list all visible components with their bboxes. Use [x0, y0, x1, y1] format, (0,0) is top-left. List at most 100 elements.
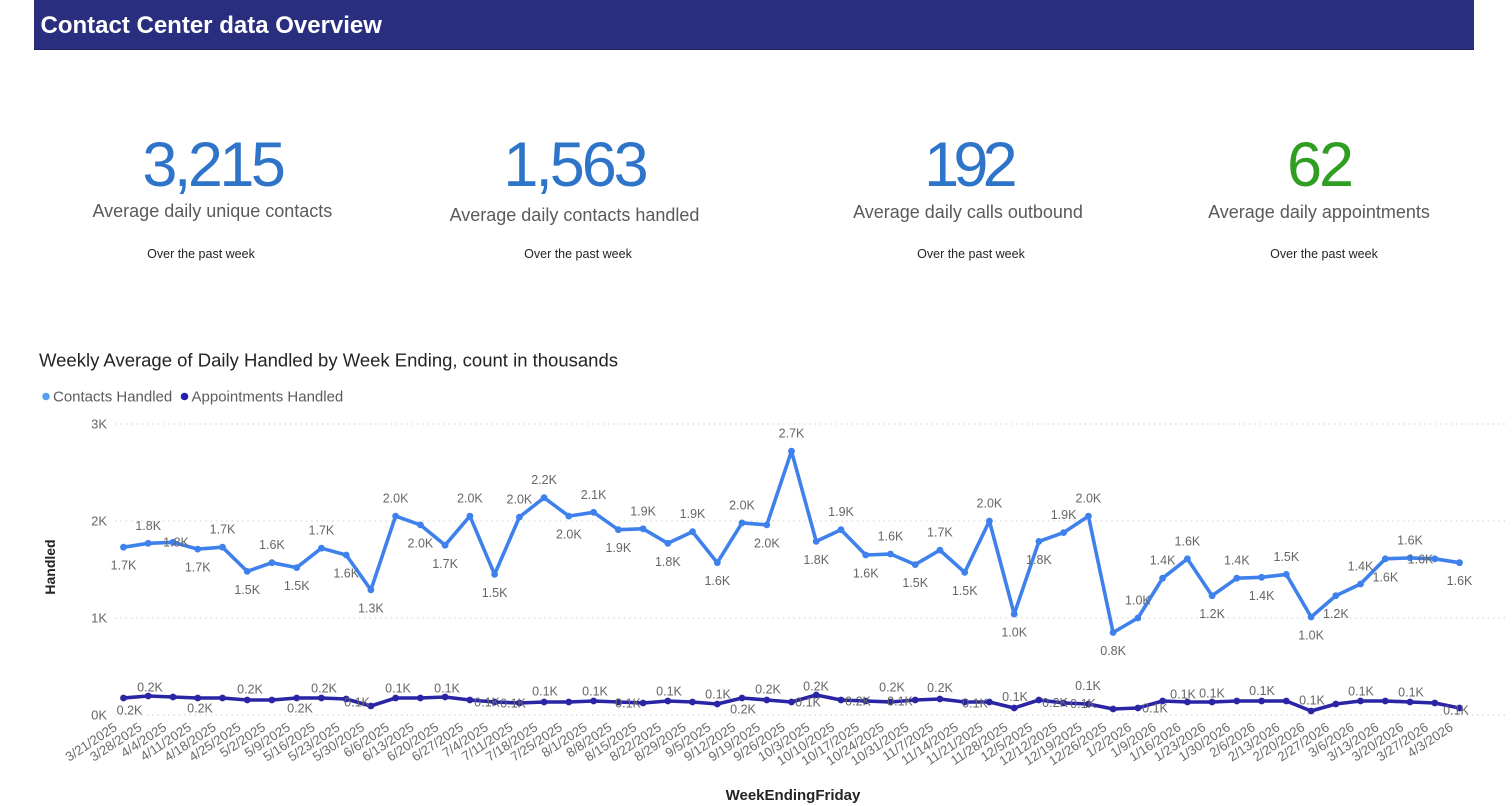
- svg-text:0.1K: 0.1K: [1199, 687, 1225, 701]
- svg-text:1.5K: 1.5K: [482, 586, 508, 600]
- svg-text:1.2K: 1.2K: [1323, 607, 1349, 621]
- svg-text:0.2K: 0.2K: [287, 702, 313, 716]
- svg-text:Contacts Handled: Contacts Handled: [53, 389, 172, 406]
- svg-text:0.1K: 0.1K: [344, 696, 370, 710]
- svg-text:0.2K: 0.2K: [803, 680, 829, 694]
- svg-text:2.2K: 2.2K: [531, 473, 557, 487]
- svg-text:1.6K: 1.6K: [878, 530, 904, 544]
- svg-text:0.2K: 0.2K: [311, 682, 337, 696]
- svg-text:1.5K: 1.5K: [284, 579, 310, 593]
- svg-text:1.2K: 1.2K: [1199, 607, 1225, 621]
- svg-text:0.1K: 0.1K: [532, 685, 558, 699]
- svg-text:1.0K: 1.0K: [1298, 629, 1324, 643]
- svg-text:0.1K: 0.1K: [474, 696, 500, 710]
- svg-text:0.8K: 0.8K: [1100, 644, 1126, 658]
- svg-text:0.1K: 0.1K: [1249, 684, 1275, 698]
- svg-text:2.0K: 2.0K: [754, 536, 780, 550]
- svg-text:1.5K: 1.5K: [952, 584, 978, 598]
- svg-text:0.1K: 0.1K: [434, 682, 460, 696]
- svg-text:0.1K: 0.1K: [1075, 679, 1101, 693]
- svg-text:2.0K: 2.0K: [507, 493, 533, 507]
- svg-text:1.9K: 1.9K: [630, 504, 656, 518]
- svg-text:0K: 0K: [91, 708, 107, 723]
- svg-text:1.6K: 1.6K: [1408, 553, 1434, 567]
- svg-text:Weekly Average of Daily Handle: Weekly Average of Daily Handled by Week …: [39, 350, 618, 371]
- svg-text:WeekEndingFriday: WeekEndingFriday: [726, 787, 861, 804]
- svg-text:0.1K: 0.1K: [705, 688, 731, 702]
- svg-text:1.0K: 1.0K: [1125, 594, 1151, 608]
- svg-text:1.7K: 1.7K: [309, 524, 335, 538]
- svg-text:0.1K: 0.1K: [582, 685, 608, 699]
- svg-text:0.1K: 0.1K: [1299, 694, 1325, 708]
- svg-text:1.6K: 1.6K: [1372, 570, 1398, 584]
- svg-text:1.5K: 1.5K: [902, 576, 928, 590]
- svg-text:0.2K: 0.2K: [237, 683, 263, 697]
- svg-text:0.2K: 0.2K: [927, 681, 953, 695]
- svg-text:0.2K: 0.2K: [730, 703, 756, 717]
- svg-text:1.9K: 1.9K: [605, 541, 631, 555]
- svg-text:2.0K: 2.0K: [977, 497, 1003, 511]
- svg-text:1.5K: 1.5K: [234, 583, 260, 597]
- svg-text:3K: 3K: [91, 417, 107, 432]
- svg-text:0.1K: 0.1K: [962, 697, 988, 711]
- svg-text:1.6K: 1.6K: [853, 567, 879, 581]
- svg-text:1.7K: 1.7K: [185, 561, 211, 575]
- svg-text:0.1K: 0.1K: [1002, 690, 1028, 704]
- svg-text:1.4K: 1.4K: [1150, 554, 1176, 568]
- svg-text:Appointments Handled: Appointments Handled: [192, 389, 344, 406]
- svg-text:2.0K: 2.0K: [457, 492, 483, 506]
- svg-text:0.1K: 0.1K: [1170, 688, 1196, 702]
- svg-text:0.1K: 0.1K: [385, 682, 411, 696]
- svg-text:1.0K: 1.0K: [1001, 626, 1027, 640]
- svg-text:0.2K: 0.2K: [1042, 696, 1068, 710]
- svg-text:0.2K: 0.2K: [137, 681, 163, 695]
- svg-text:1.4K: 1.4K: [1348, 560, 1374, 574]
- svg-text:0.1K: 0.1K: [656, 685, 682, 699]
- svg-text:1.6K: 1.6K: [1175, 534, 1201, 548]
- svg-text:1.8K: 1.8K: [803, 553, 829, 567]
- svg-text:0.2K: 0.2K: [845, 695, 871, 709]
- svg-text:1.7K: 1.7K: [210, 523, 236, 537]
- svg-text:1.9K: 1.9K: [680, 507, 706, 521]
- svg-text:1.6K: 1.6K: [1447, 574, 1473, 588]
- svg-text:1.8K: 1.8K: [135, 519, 161, 533]
- svg-text:0.1K: 0.1K: [500, 697, 526, 711]
- svg-text:1.3K: 1.3K: [358, 601, 384, 615]
- svg-text:2.0K: 2.0K: [383, 492, 409, 506]
- svg-text:2.1K: 2.1K: [581, 488, 607, 502]
- svg-text:1.7K: 1.7K: [927, 526, 953, 540]
- svg-text:0.1K: 0.1K: [1443, 704, 1469, 718]
- svg-text:1.8K: 1.8K: [1026, 553, 1052, 567]
- svg-text:1.5K: 1.5K: [1273, 550, 1299, 564]
- svg-text:0.2K: 0.2K: [755, 683, 781, 697]
- svg-text:0.1K: 0.1K: [1348, 685, 1374, 699]
- svg-text:1.9K: 1.9K: [828, 505, 854, 519]
- svg-text:0.2K: 0.2K: [117, 704, 143, 718]
- svg-text:1.6K: 1.6K: [704, 574, 730, 588]
- svg-text:0.1K: 0.1K: [795, 696, 821, 710]
- svg-text:0.1K: 0.1K: [887, 695, 913, 709]
- svg-text:1K: 1K: [91, 611, 107, 626]
- svg-text:1.6K: 1.6K: [259, 538, 285, 552]
- svg-text:2.0K: 2.0K: [556, 528, 582, 542]
- svg-text:0.1K: 0.1K: [1070, 697, 1096, 711]
- svg-text:2.7K: 2.7K: [779, 427, 805, 441]
- svg-text:2.0K: 2.0K: [408, 536, 434, 550]
- svg-text:0.1K: 0.1K: [615, 697, 641, 711]
- svg-text:1.4K: 1.4K: [1224, 554, 1250, 568]
- svg-text:1.6K: 1.6K: [1397, 533, 1423, 547]
- svg-text:0.2K: 0.2K: [187, 702, 213, 716]
- svg-text:0.2K: 0.2K: [879, 681, 905, 695]
- svg-text:1.4K: 1.4K: [1249, 589, 1275, 603]
- svg-text:1.6K: 1.6K: [333, 567, 359, 581]
- svg-text:1.7K: 1.7K: [111, 559, 137, 573]
- svg-text:1.8K: 1.8K: [655, 555, 681, 569]
- svg-text:2.0K: 2.0K: [1076, 492, 1102, 506]
- svg-text:0.1K: 0.1K: [1142, 702, 1168, 716]
- svg-text:Handled: Handled: [42, 539, 58, 594]
- svg-text:1.7K: 1.7K: [432, 557, 458, 571]
- svg-text:2.0K: 2.0K: [729, 498, 755, 512]
- svg-text:2K: 2K: [91, 514, 107, 529]
- svg-text:1.8K: 1.8K: [163, 536, 189, 550]
- svg-text:1.9K: 1.9K: [1051, 508, 1077, 522]
